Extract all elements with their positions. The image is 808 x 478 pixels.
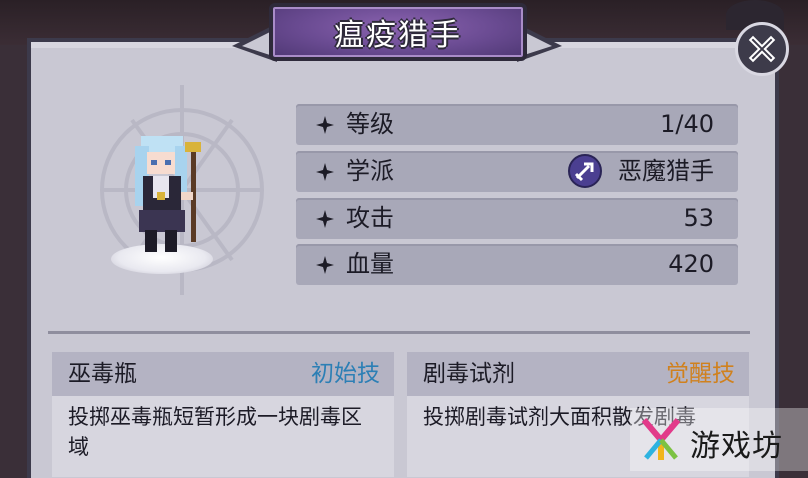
- skill-card-initial[interactable]: 巫毒瓶 初始技 投掷巫毒瓶短暂形成一块剧毒区域: [52, 352, 394, 477]
- stat-row-hp: 血量 420: [296, 244, 738, 285]
- stat-row-attack: 攻击 53: [296, 198, 738, 239]
- skill-tag: 觉醒技: [666, 361, 735, 387]
- watermark-logo-icon: [641, 418, 681, 460]
- stat-value: 1/40: [660, 110, 714, 138]
- hero-name-title: 瘟疫猎手: [334, 18, 462, 53]
- stat-label: 攻击: [346, 204, 394, 232]
- stat-value: 53: [683, 204, 714, 232]
- divider: [48, 331, 750, 334]
- stat-label: 学派: [346, 157, 394, 185]
- stat-label: 等级: [346, 110, 394, 138]
- stat-row-level: 等级 1/40: [296, 104, 738, 145]
- demon-hunter-school-icon: [568, 154, 602, 188]
- sparkle-icon: [316, 210, 334, 228]
- skill-description: 投掷巫毒瓶短暂形成一块剧毒区域: [68, 405, 362, 459]
- title-plate: 瘟疫猎手: [269, 3, 527, 61]
- stat-row-school: 学派 恶魔猎手: [296, 151, 738, 192]
- sparkle-icon: [316, 116, 334, 134]
- skill-name: 巫毒瓶: [68, 361, 137, 387]
- close-button[interactable]: [735, 22, 789, 76]
- sparkle-icon: [316, 256, 334, 274]
- skill-name: 剧毒试剂: [423, 361, 515, 387]
- sparkle-icon: [316, 163, 334, 181]
- skill-tag: 初始技: [311, 361, 380, 387]
- hero-sprite[interactable]: [127, 132, 213, 258]
- stat-value: 恶魔猎手: [618, 157, 714, 185]
- close-icon: [748, 35, 776, 63]
- stat-value: 420: [668, 250, 714, 278]
- stat-label: 血量: [346, 250, 394, 278]
- watermark-text: 游戏坊: [690, 429, 783, 464]
